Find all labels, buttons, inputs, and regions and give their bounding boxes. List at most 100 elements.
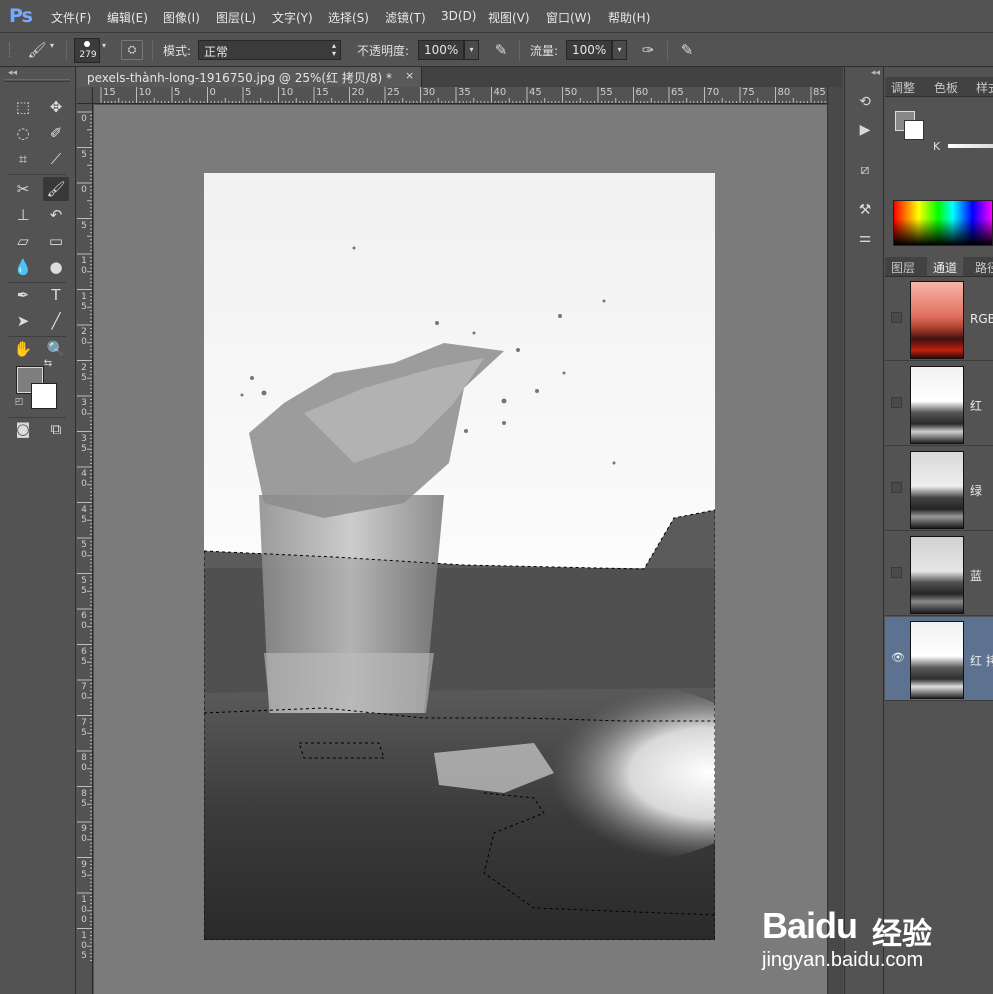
ruler-label: 6 5 <box>81 646 87 667</box>
brush-panel-icon[interactable]: ⧄ <box>853 159 877 181</box>
properties-panel-icon[interactable]: ⚌ <box>853 227 877 249</box>
dodge-icon[interactable]: ● <box>43 255 69 279</box>
tab-paths[interactable]: 路径 <box>969 257 993 276</box>
collapse-arrows-icon[interactable]: ◂◂ <box>8 68 17 78</box>
history-panel-icon[interactable]: ⟲ <box>853 91 877 113</box>
menu-item[interactable]: 图层(L) <box>216 9 256 26</box>
pen-icon[interactable]: ✒ <box>10 283 36 307</box>
channel-row[interactable]: RGB <box>885 277 993 361</box>
close-icon[interactable]: × <box>405 69 414 82</box>
divider <box>519 41 520 61</box>
actions-play-icon[interactable]: ▶ <box>853 119 877 141</box>
gradient-icon[interactable]: ▭ <box>43 229 69 253</box>
channel-row[interactable]: 红 <box>885 362 993 446</box>
watermark-logo-cn: 经验 <box>872 917 932 952</box>
panel-bg-color-swatch[interactable] <box>904 120 924 140</box>
tab-styles[interactable]: 样式 <box>970 77 993 96</box>
menu-item[interactable]: 3D(D) <box>441 9 476 23</box>
visibility-toggle[interactable] <box>891 482 902 493</box>
menu-item[interactable]: 窗口(W) <box>546 9 591 26</box>
channel-thumbnail <box>910 366 964 444</box>
quick-selection-icon[interactable]: ✐ <box>43 121 69 145</box>
menu-item[interactable]: 图像(I) <box>163 9 200 26</box>
default-colors-icon[interactable]: ◰ <box>12 395 26 409</box>
visibility-toggle[interactable] <box>891 312 902 323</box>
k-slider-track[interactable] <box>948 144 993 148</box>
healing-brush-icon[interactable]: ✂ <box>10 177 36 201</box>
channel-thumbnail <box>910 536 964 614</box>
menu-item[interactable]: 滤镜(T) <box>385 9 426 26</box>
menu-item[interactable]: 编辑(E) <box>107 9 148 26</box>
opacity-input[interactable]: 100% <box>418 40 464 60</box>
lasso-icon[interactable]: ◌ <box>10 121 36 145</box>
line-icon[interactable]: ╱ <box>43 309 69 333</box>
channel-name: 红 <box>970 399 983 413</box>
vertical-scrollbar[interactable] <box>827 87 843 994</box>
chevron-down-icon[interactable]: ▾ <box>50 41 54 50</box>
visibility-toggle[interactable] <box>891 397 902 408</box>
background-color-swatch[interactable] <box>31 383 57 409</box>
tab-adjustments[interactable]: 调整 <box>885 77 921 96</box>
ruler-label: 30 <box>422 87 436 98</box>
tab-swatches[interactable]: 色板 <box>928 77 964 96</box>
document-tab[interactable]: pexels-thành-long-1916750.jpg @ 25%(红 拷贝… <box>77 67 422 87</box>
ruler-label: 10 <box>138 87 152 98</box>
ruler-label: 9 5 <box>81 859 87 880</box>
eraser-icon[interactable]: ▱ <box>10 229 36 253</box>
tab-layers[interactable]: 图层 <box>885 257 921 276</box>
ruler-label: 7 0 <box>81 682 87 702</box>
document-image[interactable] <box>204 173 715 940</box>
canvas-area[interactable] <box>94 105 827 994</box>
history-brush-icon[interactable]: ↶ <box>43 203 69 227</box>
channel-row[interactable]: 蓝 <box>885 532 993 616</box>
move-tool-icon[interactable]: ✥ <box>43 95 69 119</box>
color-spectrum-ramp[interactable] <box>893 200 993 246</box>
swap-colors-icon[interactable]: ⇆ <box>40 357 56 371</box>
horizontal-ruler[interactable]: 15 10 5 0 5 10 15 20 25 30 35 40 45 50 55 60 65 70 75 80 85 <box>93 87 827 104</box>
opacity-dropdown-arrow-icon[interactable]: ▾ <box>464 40 479 60</box>
channel-row[interactable]: 👁 红 拷贝 <box>885 617 993 701</box>
flow-input[interactable]: 100% <box>566 40 612 60</box>
hand-icon[interactable]: ✋ <box>10 337 36 361</box>
eye-icon[interactable]: 👁 <box>891 652 905 663</box>
ruler-label: 5 5 <box>81 575 87 596</box>
vertical-ruler[interactable]: 0 5 0 5 1 0 1 5 2 0 2 5 3 0 3 5 4 0 4 5 5 0 5 5 6 0 6 5… <box>77 104 93 994</box>
baidu-jingyan-watermark: Baidu 经验 jingyan.baidu.com <box>760 885 990 985</box>
menu-item[interactable]: 视图(V) <box>488 9 530 26</box>
collapsed-panels-strip: ◂◂ ⟲ ▶ ⧄ ⚒ ⚌ <box>844 67 884 994</box>
ruler-label: 9 0 <box>81 824 87 844</box>
ruler-label: 8 0 <box>81 753 87 773</box>
ruler-origin[interactable] <box>77 87 93 104</box>
airbrush-icon[interactable]: ✑ <box>637 40 659 60</box>
pressure-opacity-icon[interactable]: ✎ <box>490 40 512 60</box>
visibility-toggle[interactable] <box>891 567 902 578</box>
screen-mode-icon[interactable]: ⧉ <box>43 417 69 441</box>
brush-presets-icon[interactable]: ⚒ <box>853 199 877 221</box>
clone-stamp-icon[interactable]: ⊥ <box>10 203 36 227</box>
path-selection-icon[interactable]: ➤ <box>10 309 36 333</box>
chevron-down-icon[interactable]: ▾ <box>102 41 106 50</box>
channel-thumbnail <box>910 451 964 529</box>
collapse-arrows-icon[interactable]: ◂◂ <box>871 68 880 78</box>
tab-channels[interactable]: 通道 <box>927 257 964 276</box>
pressure-size-icon[interactable]: ✎ <box>676 40 698 60</box>
menu-item[interactable]: 帮助(H) <box>608 9 650 26</box>
menu-item[interactable]: 文字(Y) <box>272 9 313 26</box>
quick-mask-icon[interactable]: ◙ <box>10 417 36 441</box>
ruler-label: 5 <box>174 87 181 98</box>
brush-panel-toggle-icon[interactable]: ⛭ <box>121 40 143 60</box>
mode-select[interactable]: 正常 ▴ ▾ <box>198 40 341 60</box>
menu-item[interactable]: 选择(S) <box>328 9 369 26</box>
brush-tool-preset-icon[interactable]: 🖌 <box>24 40 50 60</box>
brush-icon[interactable]: 🖌 <box>43 177 69 201</box>
channel-row[interactable]: 绿 <box>885 447 993 531</box>
menu-item[interactable]: 文件(F) <box>51 9 91 26</box>
rectangular-marquee-icon[interactable]: ⬚ <box>10 95 36 119</box>
blur-icon[interactable]: 💧 <box>10 255 36 279</box>
type-icon[interactable]: T <box>43 283 69 307</box>
brush-size-picker[interactable]: 279 <box>74 38 100 63</box>
flow-dropdown-arrow-icon[interactable]: ▾ <box>612 40 627 60</box>
eyedropper-icon[interactable]: ⟋ <box>43 147 69 171</box>
crop-icon[interactable]: ⌗ <box>10 147 36 171</box>
ruler-label: 50 <box>564 87 578 98</box>
